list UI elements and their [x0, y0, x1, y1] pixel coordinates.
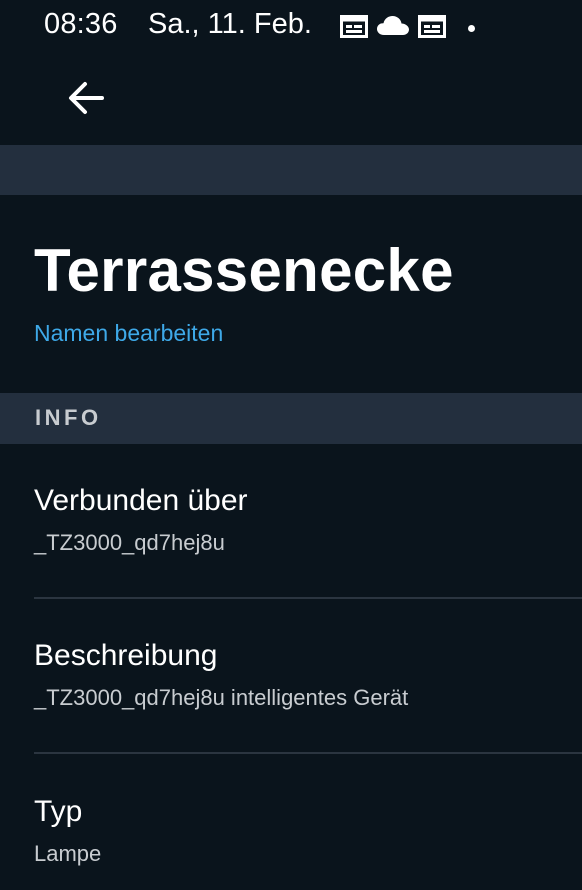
info-row-value: _TZ3000_qd7hej8u intelligentes Gerät	[34, 685, 409, 710]
back-button[interactable]	[56, 70, 116, 130]
section-header-label: INFO	[35, 405, 102, 430]
status-icons	[340, 13, 475, 43]
divider	[34, 752, 582, 754]
edit-name-link[interactable]: Namen bearbeiten	[34, 320, 223, 347]
app-bar	[0, 56, 582, 145]
status-time: 08:36	[44, 8, 118, 40]
calendar-icon	[418, 14, 446, 43]
info-row-title: Typ	[34, 795, 83, 828]
info-section-header: INFO	[0, 393, 582, 444]
calendar-icon	[340, 14, 368, 43]
cloud-icon	[376, 14, 410, 43]
status-bar: 08:36 Sa., 11. Feb.	[0, 0, 582, 56]
info-row-type: Typ Lampe	[34, 795, 582, 867]
header-divider-band	[0, 145, 582, 195]
page-title: Terrassenecke	[34, 237, 454, 304]
divider	[34, 597, 582, 599]
info-row-title: Beschreibung	[34, 639, 218, 672]
info-row-description: Beschreibung _TZ3000_qd7hej8u intelligen…	[34, 639, 582, 711]
notification-dot	[468, 24, 475, 32]
info-row-title: Verbunden über	[34, 484, 248, 517]
info-row-value: _TZ3000_qd7hej8u	[34, 530, 225, 555]
arrow-left-icon	[66, 78, 106, 123]
info-row-value: Lampe	[34, 841, 102, 866]
info-row-connected-via: Verbunden über _TZ3000_qd7hej8u	[34, 484, 582, 556]
device-settings-screen: 08:36 Sa., 11. Feb. Terrassenecke Namen …	[0, 0, 582, 890]
status-date: Sa., 11. Feb.	[148, 8, 312, 40]
